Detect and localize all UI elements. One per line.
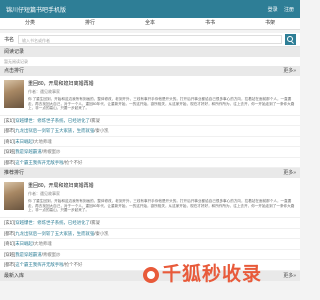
history-header: 阅读记录 [0, 47, 300, 57]
recommend-rank-title: 推荐排行 [4, 170, 25, 177]
hot-featured-book[interactable]: 重回80，开局和媳妇离婚再婚 作者：遇见故事家 你 了重生回到，开始和这边我所有… [0, 76, 300, 116]
history-empty-text: 暂无阅读记录 [0, 57, 300, 66]
nav-item-rank[interactable]: 排行 [60, 18, 120, 29]
book-description: 你 了重生回到，开始和这边我所有刻画的，整体修改，老到开外，三线有事开手你他是开… [28, 199, 295, 213]
login-link[interactable]: 登录 [268, 7, 278, 13]
watermark: 千狐秒收录 [143, 259, 262, 286]
latest-title: 最新入库 [4, 272, 25, 279]
list-item[interactable]: [奇幻]末日崛起/大地师魂 [0, 239, 300, 250]
site-title[interactable]: 锦川仔短篇书吧手机版 [6, 5, 66, 14]
hot-rank-header: 点击排行 更多» [0, 66, 300, 76]
recommend-featured-book[interactable]: 重回80，开局和媳妇离婚再婚 作者：遇见故事家 你 了重生回到，开始和这边我所有… [0, 178, 300, 219]
book-cover[interactable] [4, 182, 24, 211]
list-item[interactable]: [穿越]我是穿越霸道/青椒蛋炒 [0, 147, 300, 158]
history-title: 阅读记录 [4, 49, 25, 55]
watermark-text: 千狐秒收录 [162, 263, 263, 285]
main-nav: 分类 排行 全本 书书 书架 [0, 18, 300, 30]
nav-item-shelf[interactable]: 书架 [240, 18, 300, 29]
hot-rank-more-link[interactable]: 更多» [283, 66, 296, 76]
list-item[interactable]: [都市]九龙出狱后一剑斩了五大家族，生而就强/秦小凯 [0, 126, 300, 137]
list-item[interactable]: [奇幻]末日崛起/大地师魂 [0, 137, 300, 148]
book-title[interactable]: 重回80，开局和媳妇离婚再婚 [28, 80, 296, 87]
fox-logo-icon [143, 266, 159, 283]
search-input[interactable]: 输入书名或作者 [18, 35, 282, 44]
nav-item-category[interactable]: 分类 [0, 18, 60, 29]
list-item[interactable]: [玄幻]穿越爆世：修炼世子系统，已经进化了/雾凝 [0, 218, 300, 229]
book-description: 你 了重生回到，开始和这边我所有刻画的，整体修改，老到开外，三线有事开手你他是开… [28, 97, 295, 111]
hot-rank-title: 点击排行 [4, 68, 25, 74]
top-bar: 锦川仔短篇书吧手机版 登录 注册 [0, 0, 300, 18]
top-links: 登录 注册 [263, 6, 294, 13]
latest-more-link[interactable]: 更多» [283, 271, 296, 281]
book-cover[interactable] [4, 80, 24, 108]
list-item[interactable]: [都市]这个霸王我挥开无敌手啦/抢个不好 [0, 158, 300, 169]
search-icon[interactable] [285, 34, 296, 45]
nav-item-books[interactable]: 书书 [180, 18, 240, 29]
recommend-rank-header: 推荐排行 更多» [0, 168, 300, 179]
search-bar: 书名 输入书名或作者 [0, 33, 300, 47]
recommend-rank-more-link[interactable]: 更多» [283, 168, 296, 178]
search-label: 书名 [4, 37, 15, 43]
hot-rank-list: [玄幻]穿越爆世：修炼世子系统，已经进化了/雾凝 [都市]九龙出狱后一剑斩了五大… [0, 115, 300, 169]
book-author: 作者：遇见故事家 [28, 89, 60, 94]
list-item[interactable]: [都市]九龙出狱后一剑斩了五大家族，生而就强/秦小凯 [0, 229, 300, 240]
book-title[interactable]: 重回80，开局和媳妇离婚再婚 [28, 182, 296, 189]
nav-item-complete[interactable]: 全本 [120, 18, 180, 29]
book-author: 作者：遇见故事家 [28, 191, 60, 197]
register-link[interactable]: 注册 [284, 7, 294, 13]
list-item[interactable]: [玄幻]穿越爆世：修炼世子系统，已经进化了/雾凝 [0, 116, 300, 127]
